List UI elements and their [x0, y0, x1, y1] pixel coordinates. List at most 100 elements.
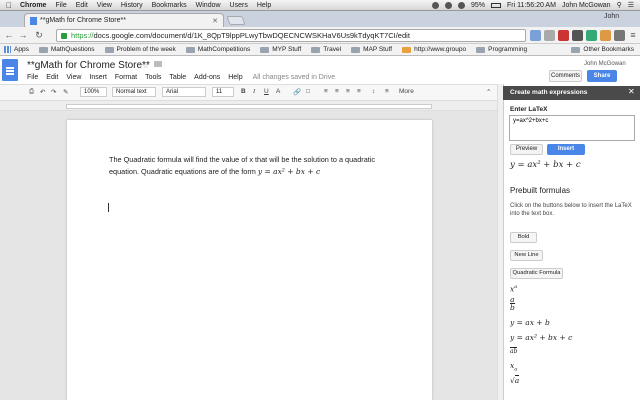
chrome-profile-name[interactable]: John	[604, 13, 619, 20]
ruler-track[interactable]	[66, 104, 432, 109]
paint-format-icon[interactable]: ✎	[63, 88, 68, 96]
extension-icon-5[interactable]	[600, 30, 611, 41]
align-left-icon[interactable]: ≡	[324, 88, 328, 95]
spotlight-icon[interactable]: ⚲	[617, 1, 622, 9]
menubar-item-help[interactable]: Help	[257, 2, 271, 9]
bookmark-travel[interactable]: Travel	[311, 46, 341, 53]
formula-power[interactable]: xa	[510, 284, 517, 294]
battery-icon[interactable]	[491, 2, 502, 8]
style-select[interactable]: Normal text	[112, 87, 156, 97]
notifications-icon[interactable]: ☰	[628, 1, 634, 9]
new-tab-button[interactable]	[226, 16, 246, 25]
battery-percent[interactable]: 95%	[471, 2, 485, 9]
underline-icon[interactable]: U	[264, 88, 269, 95]
bookmark-mathquestions[interactable]: MathQuestions	[38, 46, 95, 53]
docs-menu-help[interactable]: Help	[228, 74, 242, 81]
formula-sqrt[interactable]: √a	[510, 375, 520, 385]
numbered-list-icon[interactable]: ≡	[385, 88, 389, 95]
address-bar[interactable]: https:// docs.google.com/document/d/1K_8…	[56, 29, 526, 42]
print-icon[interactable]: ⎙	[29, 88, 34, 96]
tab-close-icon[interactable]: ✕	[212, 17, 218, 25]
align-justify-icon[interactable]: ≡	[357, 88, 361, 95]
menubar-item-window[interactable]: Window	[196, 2, 221, 9]
font-size-select[interactable]: 11	[212, 87, 234, 97]
star-icon[interactable]: ☆	[142, 61, 149, 70]
link-icon[interactable]: 🔗	[293, 88, 301, 96]
wifi-icon[interactable]	[458, 1, 466, 9]
bookmark-mathcompetitions[interactable]: MathCompetitions	[185, 46, 250, 53]
bookmark-apps[interactable]: Apps	[4, 46, 29, 53]
preview-button[interactable]: Preview	[510, 144, 543, 155]
line-spacing-icon[interactable]: ↕	[372, 88, 375, 95]
document-title[interactable]: **gMath for Chrome Store**	[27, 60, 150, 71]
more-menu[interactable]: More	[399, 88, 414, 95]
quadratic-formula-button[interactable]: Quadratic Formula	[510, 268, 563, 279]
undo-icon[interactable]: ↶	[40, 88, 45, 96]
docs-menu-insert[interactable]: Insert	[89, 74, 107, 81]
new-line-formula-button[interactable]: New Line	[510, 250, 543, 261]
menubar-item-edit[interactable]: Edit	[76, 2, 88, 9]
docs-menu-table[interactable]: Table	[169, 74, 186, 81]
formula-linear[interactable]: y = ax + b	[510, 318, 550, 327]
latex-input[interactable]	[509, 115, 635, 141]
formula-quadratic[interactable]: y = ax² + bx + c	[510, 333, 572, 342]
bold-formula-button[interactable]: Bold	[510, 232, 537, 243]
extension-icon-2[interactable]	[558, 30, 569, 41]
bookmark-groupon[interactable]: http://www.groupo	[402, 46, 466, 53]
formula-fraction[interactable]: a b	[510, 296, 515, 312]
move-folder-icon[interactable]	[154, 61, 162, 67]
formula-vector[interactable]: ab	[510, 346, 518, 355]
bookmark-myp-stuff[interactable]: MYP Stuff	[260, 46, 301, 53]
docs-menu-addons[interactable]: Add-ons	[194, 74, 220, 81]
user-name[interactable]: John McGowan	[562, 2, 611, 9]
docs-menu-tools[interactable]: Tools	[145, 74, 161, 81]
bookmark-map-stuff[interactable]: MAP Stuff	[351, 46, 392, 53]
font-select[interactable]: Arial	[162, 87, 206, 97]
extension-icon-4[interactable]	[586, 30, 597, 41]
account-name[interactable]: John McGowan	[584, 61, 626, 67]
inserted-equation[interactable]: y = ax² + bx + c	[258, 167, 320, 176]
text-color-icon[interactable]: A	[276, 88, 280, 95]
menubar-item-users[interactable]: Users	[230, 2, 248, 9]
reload-icon[interactable]: ↻	[34, 30, 44, 40]
docs-menu-format[interactable]: Format	[115, 74, 137, 81]
align-right-icon[interactable]: ≡	[346, 88, 350, 95]
docs-menu-file[interactable]: File	[27, 74, 38, 81]
bold-icon[interactable]: B	[241, 88, 246, 95]
redo-icon[interactable]: ↷	[51, 88, 56, 96]
back-arrow-icon[interactable]: ←	[4, 30, 14, 40]
menubar-item-history[interactable]: History	[121, 2, 143, 9]
share-button[interactable]: Share	[587, 70, 617, 82]
browser-tab[interactable]: **gMath for Chrome Store** ✕	[24, 13, 224, 27]
save-status[interactable]: All changes saved in Drive	[253, 74, 336, 81]
docs-menu-view[interactable]: View	[66, 74, 81, 81]
menubar-item-file[interactable]: File	[55, 2, 66, 9]
bookmark-other[interactable]: Other Bookmarks	[571, 46, 634, 53]
docs-menu-edit[interactable]: Edit	[46, 74, 58, 81]
extension-icon-3[interactable]	[572, 30, 583, 41]
comments-button[interactable]: Comments	[549, 70, 582, 82]
formula-subscript[interactable]: xa	[510, 361, 517, 373]
bluetooth-icon[interactable]	[445, 1, 453, 9]
insert-button[interactable]: Insert	[547, 144, 585, 155]
menubar-item-view[interactable]: View	[97, 2, 112, 9]
clock[interactable]: Fri 11:56:20 AM	[507, 2, 556, 9]
italic-icon[interactable]: I	[253, 88, 255, 95]
chrome-menu-icon[interactable]: ≡	[628, 30, 638, 40]
document-paragraph[interactable]: The Quadratic formula will find the valu…	[109, 154, 409, 178]
apple-icon[interactable]: 	[6, 1, 12, 10]
align-center-icon[interactable]: ≡	[335, 88, 339, 95]
menubar-item-chrome[interactable]: Chrome	[20, 2, 46, 9]
dropbox-icon[interactable]	[432, 1, 440, 9]
collapse-icon[interactable]: ⌃	[486, 88, 491, 96]
bookmark-star-icon[interactable]	[544, 30, 555, 41]
forward-arrow-icon[interactable]: →	[18, 30, 28, 40]
menubar-item-bookmarks[interactable]: Bookmarks	[152, 2, 187, 9]
docs-logo-icon[interactable]	[2, 59, 18, 81]
zoom-select[interactable]: 100%	[80, 87, 107, 97]
extension-icon-1[interactable]	[530, 30, 541, 41]
extension-icon-6[interactable]	[614, 30, 625, 41]
bookmark-problem-of-week[interactable]: Problem of the week	[104, 46, 176, 53]
sidebar-close-icon[interactable]: ✕	[628, 87, 635, 96]
comment-icon[interactable]: □	[306, 88, 310, 95]
